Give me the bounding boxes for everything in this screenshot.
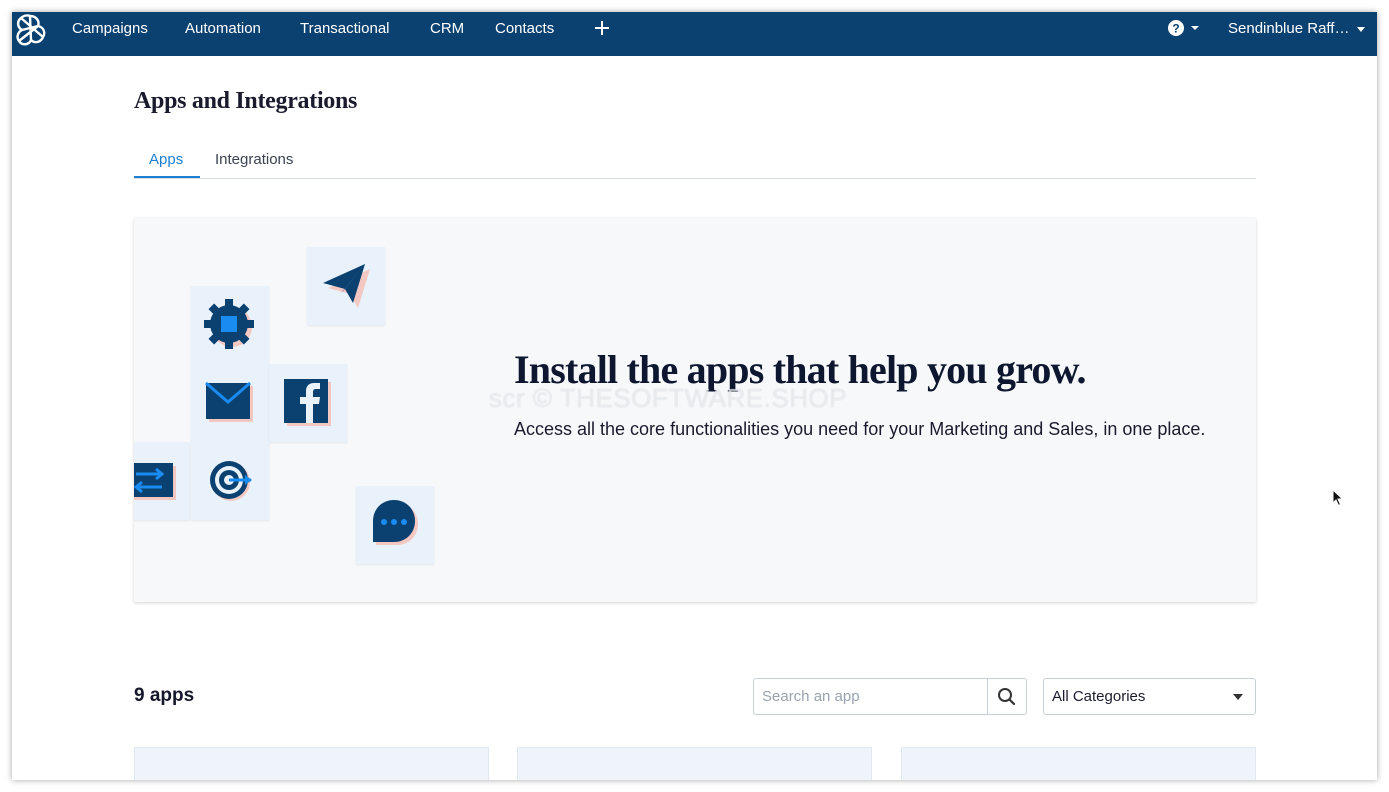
tab-apps[interactable]: Apps [149,151,183,168]
tab-bar: Apps Integrations [134,146,1256,179]
apps-count: 9 apps [134,685,195,706]
sendinblue-logo-icon[interactable] [12,12,48,48]
chevron-down-icon [1357,26,1366,32]
sync-tile [134,442,190,520]
watermark: scr © THESOFTWARE.SHOP [489,383,848,413]
chevron-down-icon [1233,694,1243,700]
hero-description: Access all the core functionalities you … [514,419,1206,439]
app-card[interactable] [901,747,1256,780]
plus-icon[interactable] [592,18,612,38]
target-icon [210,461,252,501]
nav-contacts[interactable]: Contacts [495,20,554,38]
gear-tile [191,286,269,364]
app-card[interactable] [134,747,489,780]
target-tile [191,442,269,520]
chat-tile [356,486,434,564]
nav-crm[interactable]: CRM [430,20,464,38]
chat-bubble-icon [373,500,418,545]
search-input[interactable] [754,679,988,714]
gear-icon [204,299,254,349]
app-window: Campaigns Automation Transactional CRM C… [12,12,1377,780]
page-title: Apps and Integrations [134,88,358,114]
account-menu[interactable]: Sendinblue Raff… [1228,20,1366,38]
nav-transactional[interactable]: Transactional [300,20,390,38]
hero-banner: Install the apps that help you grow. Acc… [134,218,1256,602]
facebook-icon [284,379,331,426]
sync-icon [134,463,176,500]
top-navigation-bar: Campaigns Automation Transactional CRM C… [12,12,1377,56]
search-box [753,678,1027,715]
envelope-icon [205,381,253,422]
help-icon[interactable]: ? [1167,19,1203,37]
tab-integrations[interactable]: Integrations [215,151,293,168]
envelope-tile [191,364,269,442]
nav-automation[interactable]: Automation [185,20,261,38]
nav-campaigns[interactable]: Campaigns [72,20,148,38]
search-button[interactable] [987,679,1026,714]
facebook-tile [269,364,347,442]
app-card[interactable] [517,747,872,780]
search-icon [998,688,1016,706]
paper-plane-icon [323,264,370,308]
category-select[interactable]: All Categories [1043,678,1256,715]
account-name: Sendinblue Raff… [1228,20,1350,37]
category-select-value: All Categories [1052,688,1146,705]
paper-plane-tile [307,247,385,325]
svg-text:?: ? [1172,22,1179,36]
mouse-cursor-icon [1332,489,1344,507]
active-tab-indicator [134,176,200,178]
